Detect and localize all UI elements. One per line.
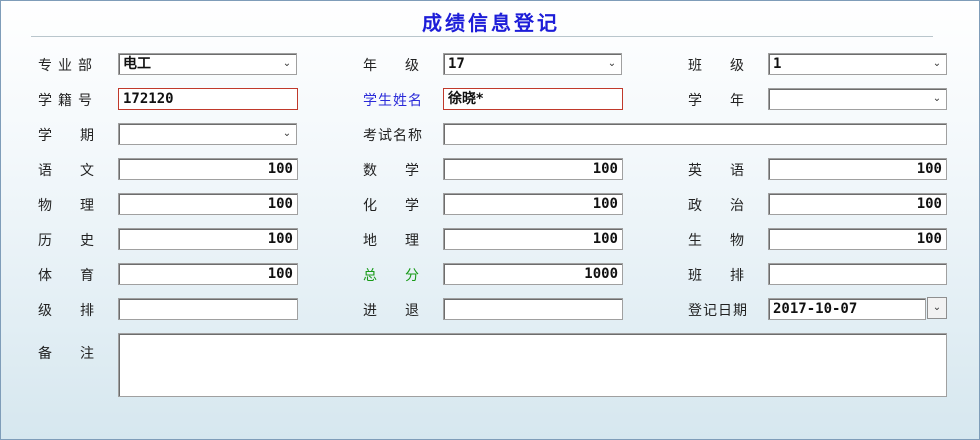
label-chemistry: 化学 bbox=[363, 198, 447, 214]
label-math: 数学 bbox=[363, 163, 447, 179]
progress-input[interactable] bbox=[443, 298, 623, 320]
label-reg-date: 登记日期 bbox=[688, 303, 748, 319]
chevron-down-icon: ⌄ bbox=[932, 58, 942, 69]
grade-rank-input[interactable] bbox=[118, 298, 298, 320]
label-department: 专业部 bbox=[38, 58, 98, 74]
label-history: 历史 bbox=[38, 233, 122, 249]
chevron-down-icon: ⌄ bbox=[607, 58, 617, 69]
reg-date-input[interactable]: 2017-10-07 bbox=[768, 298, 926, 320]
grade-select[interactable]: 17 ⌄ bbox=[443, 53, 622, 75]
total-input[interactable]: 1000 bbox=[443, 263, 623, 285]
geography-input[interactable]: 100 bbox=[443, 228, 623, 250]
label-biology: 生物 bbox=[688, 233, 772, 249]
label-school-year: 学年 bbox=[688, 93, 772, 109]
biology-input[interactable]: 100 bbox=[768, 228, 947, 250]
semester-select[interactable]: ⌄ bbox=[118, 123, 297, 145]
class-value: 1 bbox=[773, 56, 782, 72]
chemistry-input[interactable]: 100 bbox=[443, 193, 623, 215]
chinese-input[interactable]: 100 bbox=[118, 158, 298, 180]
calendar-dropdown-icon[interactable]: ⌄ bbox=[927, 297, 947, 319]
label-student-name: 学生姓名 bbox=[363, 93, 423, 109]
label-grade-rank: 级排 bbox=[38, 303, 122, 319]
student-name-input[interactable]: 徐晓* bbox=[443, 88, 623, 110]
history-input[interactable]: 100 bbox=[118, 228, 298, 250]
physics-input[interactable]: 100 bbox=[118, 193, 298, 215]
label-total: 总分 bbox=[363, 268, 447, 284]
label-remarks: 备注 bbox=[38, 346, 122, 362]
english-input[interactable]: 100 bbox=[768, 158, 947, 180]
label-exam-name: 考试名称 bbox=[363, 128, 423, 144]
class-rank-input[interactable] bbox=[768, 263, 947, 285]
label-progress: 进退 bbox=[363, 303, 447, 319]
label-physics: 物理 bbox=[38, 198, 122, 214]
label-grade: 年级 bbox=[363, 58, 447, 74]
label-geography: 地理 bbox=[363, 233, 447, 249]
math-input[interactable]: 100 bbox=[443, 158, 623, 180]
department-value: 电工 bbox=[123, 56, 151, 72]
title-divider bbox=[31, 36, 933, 37]
department-select[interactable]: 电工 ⌄ bbox=[118, 53, 297, 75]
label-chinese: 语文 bbox=[38, 163, 122, 179]
student-no-input[interactable]: 172120 bbox=[118, 88, 298, 110]
pe-input[interactable]: 100 bbox=[118, 263, 298, 285]
remarks-textarea[interactable] bbox=[118, 333, 947, 397]
form-title: 成绩信息登记 bbox=[422, 11, 560, 35]
exam-name-input[interactable] bbox=[443, 123, 947, 145]
label-semester: 学期 bbox=[38, 128, 122, 144]
chevron-down-icon: ⌄ bbox=[282, 128, 292, 139]
label-class-rank: 班排 bbox=[688, 268, 772, 284]
school-year-select[interactable]: ⌄ bbox=[768, 88, 947, 110]
label-pe: 体育 bbox=[38, 268, 122, 284]
chevron-down-icon: ⌄ bbox=[282, 58, 292, 69]
class-select[interactable]: 1 ⌄ bbox=[768, 53, 947, 75]
label-politics: 政治 bbox=[688, 198, 772, 214]
politics-input[interactable]: 100 bbox=[768, 193, 947, 215]
label-student-no: 学籍号 bbox=[38, 93, 98, 109]
grade-value: 17 bbox=[448, 56, 465, 72]
label-class: 班级 bbox=[688, 58, 772, 74]
label-english: 英语 bbox=[688, 163, 772, 179]
chevron-down-icon: ⌄ bbox=[932, 93, 942, 104]
